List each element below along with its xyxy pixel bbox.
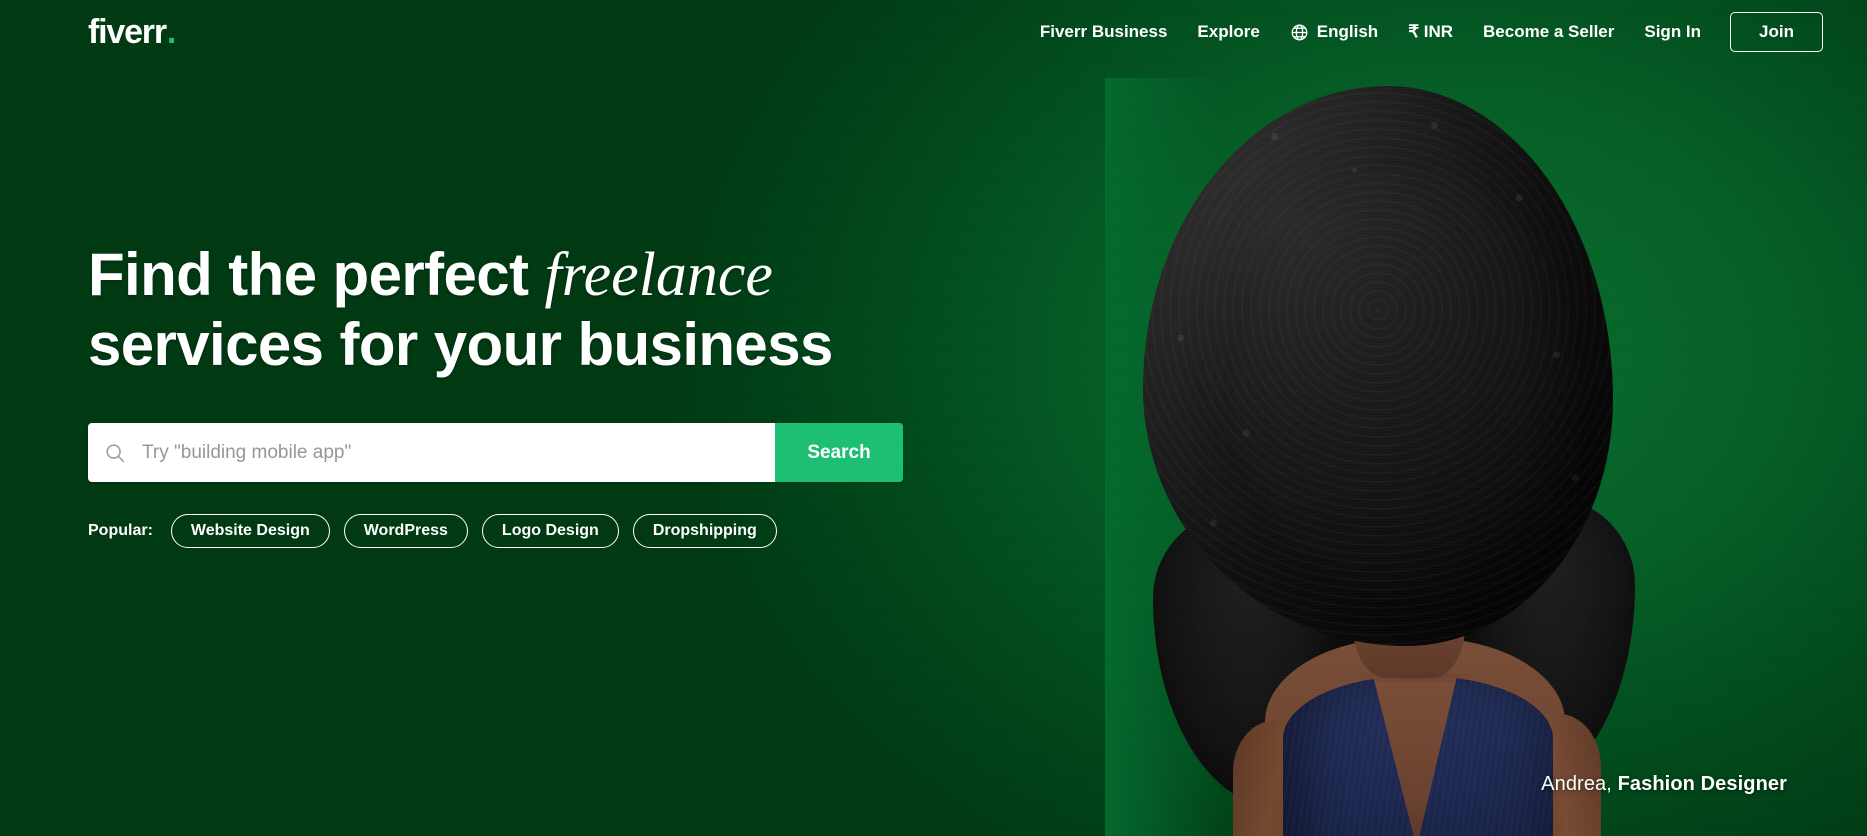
popular-searches: Popular: Website Design WordPress Logo D… (88, 514, 928, 549)
eyelash-left (1364, 325, 1412, 334)
nostril-right (1431, 399, 1443, 406)
join-button[interactable]: Join (1730, 12, 1823, 52)
credit-name: Andrea, (1541, 773, 1618, 795)
logo-wordmark: fiverr (88, 13, 167, 51)
lower-lip (1393, 434, 1459, 455)
upper-lip (1393, 422, 1459, 438)
model-navy-dress (1283, 676, 1553, 836)
nav-item-language[interactable]: English (1275, 22, 1393, 42)
eye-left (1367, 330, 1409, 345)
model-chest (1265, 638, 1565, 836)
headline-line2-text: services for your business (88, 310, 833, 378)
hair-strands-left (1153, 508, 1363, 808)
nav-label: Become a Seller (1483, 22, 1615, 41)
nav-item-explore[interactable]: Explore (1182, 22, 1274, 42)
nav-label: Explore (1197, 22, 1260, 41)
headline-line1-text: Find the perfect (88, 241, 529, 308)
nav-label: English (1316, 22, 1379, 41)
cheek-highlight (1445, 378, 1493, 412)
model-collarbone (1351, 670, 1479, 684)
hero-section: fiverr. Fiverr Business Explore English … (0, 0, 1867, 836)
hero-search-bar: Search (88, 423, 903, 483)
search-icon (88, 423, 142, 482)
logo-dot: . (166, 13, 176, 51)
popular-tag-dropshipping[interactable]: Dropshipping (632, 514, 777, 549)
nav-item-become-a-seller[interactable]: Become a Seller (1468, 22, 1629, 42)
iris-right (1451, 329, 1464, 342)
eyebrow-left (1362, 305, 1411, 322)
model-neck (1353, 508, 1465, 678)
iris-left (1381, 331, 1394, 344)
globe-icon (1290, 23, 1309, 42)
hero-model-photo (1105, 78, 1675, 836)
eye-right (1437, 328, 1479, 343)
nav-item-sign-in[interactable]: Sign In (1629, 22, 1716, 42)
eyelash-right (1434, 323, 1482, 332)
nav-item-currency[interactable]: ₹ INR (1393, 22, 1468, 42)
hero-headline: Find the perfect freelance services for … (88, 240, 928, 379)
nav-label: Fiverr Business (1039, 22, 1168, 41)
popular-tag-wordpress[interactable]: WordPress (343, 514, 468, 549)
credit-role: Fashion Designer (1617, 773, 1787, 795)
hero-content: Find the perfect freelance services for … (88, 240, 928, 549)
eyebrow-right (1434, 303, 1483, 320)
model-face (1333, 228, 1511, 490)
photo-edge-blend (1105, 78, 1225, 836)
lip-highlight (1411, 438, 1437, 444)
model-arm-left (1233, 720, 1319, 836)
hair-texture (1143, 86, 1613, 646)
nav-label: ₹ INR (1408, 22, 1454, 41)
popular-label: Popular: (88, 522, 153, 540)
search-button[interactable]: Search (775, 423, 903, 483)
site-header: fiverr. Fiverr Business Explore English … (0, 0, 1867, 64)
popular-tag-website-design[interactable]: Website Design (170, 514, 330, 549)
search-input[interactable] (142, 423, 775, 483)
chin-shadow (1385, 460, 1465, 486)
nav-item-fiverr-business[interactable]: Fiverr Business (1025, 22, 1183, 42)
nav-label: Sign In (1644, 22, 1702, 41)
fiverr-logo[interactable]: fiverr. (88, 13, 176, 51)
dress-texture (1283, 676, 1553, 836)
model-nose (1407, 356, 1441, 412)
headline-italic-word: freelance (544, 241, 773, 309)
main-navigation: Fiverr Business Explore English ₹ INR Be… (1025, 12, 1823, 52)
hair-strands-right (1445, 498, 1635, 788)
model-credit: Andrea, Fashion Designer (1541, 773, 1787, 796)
popular-tag-logo-design[interactable]: Logo Design (481, 514, 619, 549)
model-hair (1143, 86, 1613, 646)
nostril-left (1408, 400, 1420, 407)
dress-v-neckline (1373, 676, 1457, 836)
